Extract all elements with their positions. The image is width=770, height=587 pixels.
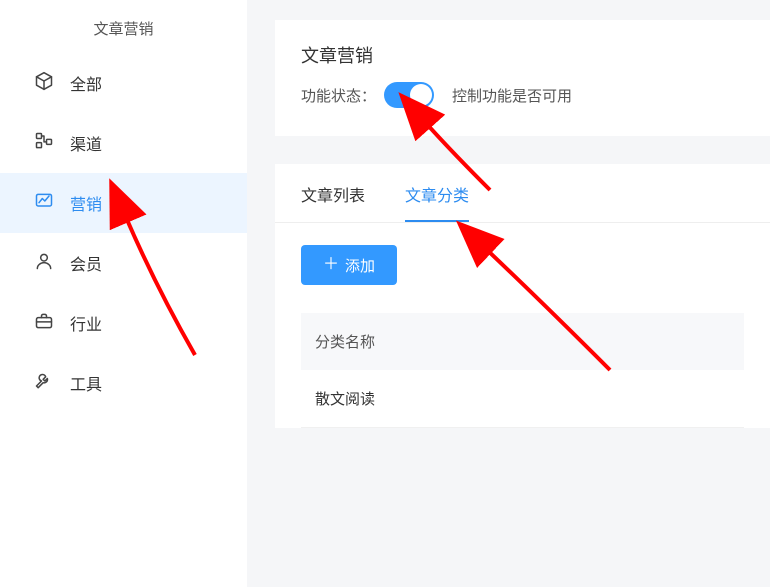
tabs: 文章列表 文章分类	[275, 164, 770, 223]
sidebar-item-label: 全部	[70, 71, 102, 95]
feature-panel: 文章营销 功能状态： 控制功能是否可用	[275, 20, 770, 136]
status-hint: 控制功能是否可用	[452, 85, 572, 106]
status-label: 功能状态：	[301, 85, 376, 106]
tab-article-list[interactable]: 文章列表	[301, 182, 365, 222]
wrench-icon	[34, 371, 54, 396]
user-icon	[34, 251, 54, 276]
add-button[interactable]: ＋ 添加	[301, 245, 397, 285]
feature-status-row: 功能状态： 控制功能是否可用	[301, 82, 744, 108]
table-row[interactable]: 散文阅读	[301, 370, 744, 428]
feature-title: 文章营销	[301, 42, 744, 68]
sidebar-title: 文章营销	[0, 8, 247, 53]
main-area: 文章营销 功能状态： 控制功能是否可用 文章列表 文章分类 ＋ 添加 分类名称 …	[247, 0, 770, 587]
sidebar: 文章营销 全部 渠道 营销 会员	[0, 0, 247, 587]
tab-article-category[interactable]: 文章分类	[405, 182, 469, 222]
sidebar-item-channel[interactable]: 渠道	[0, 113, 247, 173]
sidebar-item-label: 工具	[70, 371, 102, 395]
sidebar-item-label: 会员	[70, 251, 102, 275]
sidebar-item-label: 渠道	[70, 131, 102, 155]
sidebar-item-all[interactable]: 全部	[0, 53, 247, 113]
sidebar-item-member[interactable]: 会员	[0, 233, 247, 293]
nodes-icon	[34, 131, 54, 156]
sidebar-item-tools[interactable]: 工具	[0, 353, 247, 413]
list-panel: 文章列表 文章分类 ＋ 添加 分类名称 散文阅读	[275, 164, 770, 428]
sidebar-item-marketing[interactable]: 营销	[0, 173, 247, 233]
briefcase-icon	[34, 311, 54, 336]
plus-icon: ＋	[323, 257, 339, 273]
sidebar-item-industry[interactable]: 行业	[0, 293, 247, 353]
sidebar-item-label: 行业	[70, 311, 102, 335]
category-table: 分类名称 散文阅读	[301, 313, 744, 428]
sidebar-item-label: 营销	[70, 191, 102, 215]
add-button-label: 添加	[345, 255, 375, 276]
table-header-name: 分类名称	[301, 313, 744, 370]
chart-icon	[34, 191, 54, 216]
cube-icon	[34, 71, 54, 96]
feature-toggle[interactable]	[384, 82, 434, 108]
